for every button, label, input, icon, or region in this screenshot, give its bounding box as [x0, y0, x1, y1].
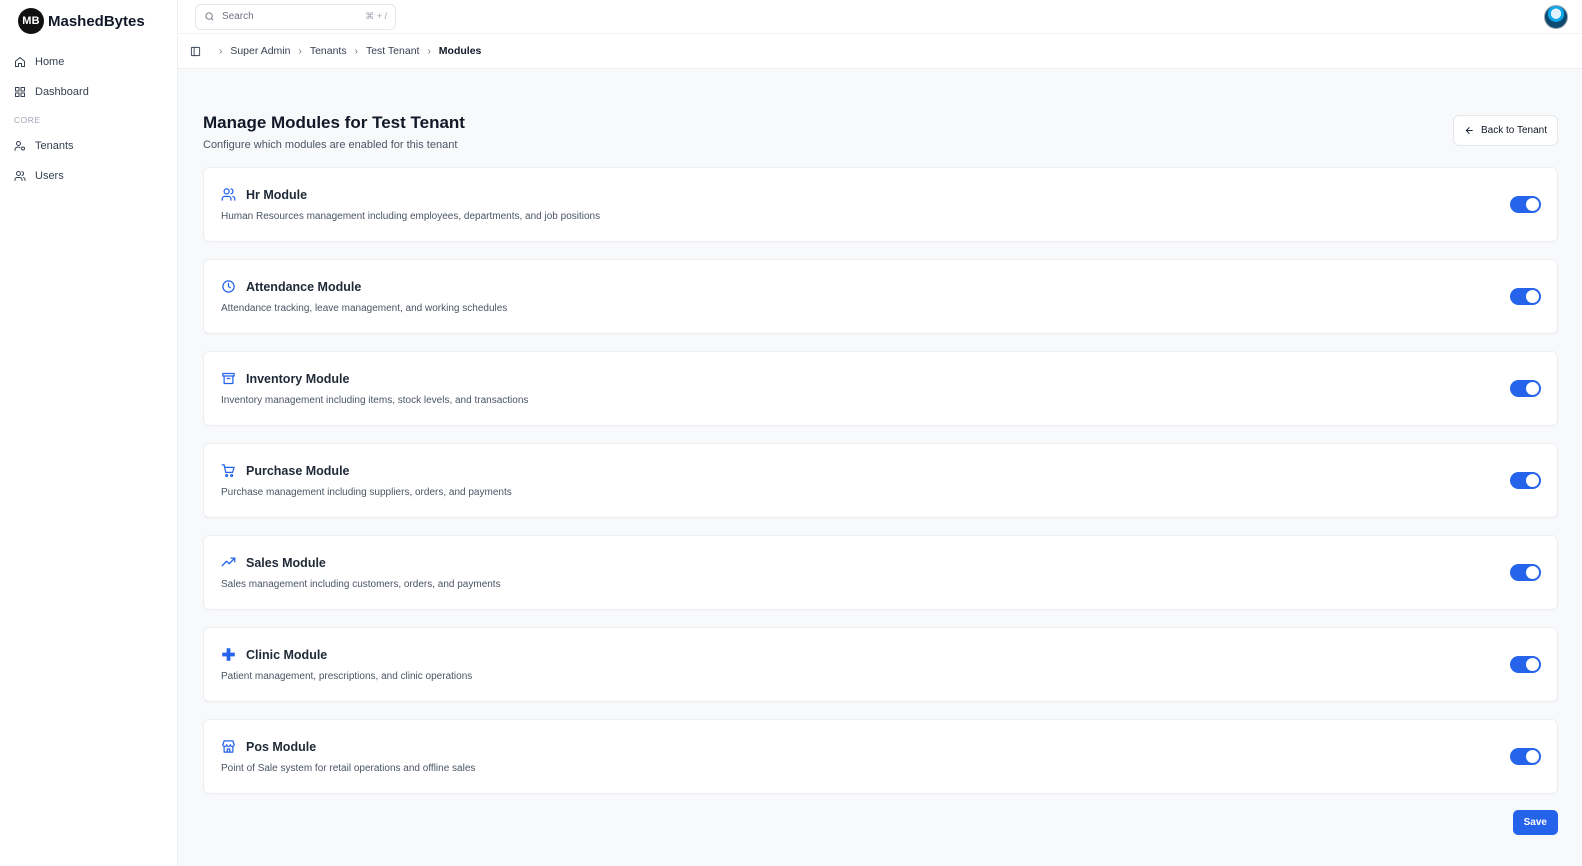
users-icon	[14, 171, 26, 181]
page-content: Manage Modules for Test Tenant Configure…	[178, 69, 1582, 835]
page-title: Manage Modules for Test Tenant	[203, 113, 465, 132]
sidebar-item-label: Users	[35, 170, 64, 182]
page-header: Manage Modules for Test Tenant Configure…	[203, 113, 1558, 151]
breadcrumb-test-tenant[interactable]: Test Tenant	[366, 45, 420, 57]
module-toggle-attendance[interactable]	[1510, 288, 1541, 305]
module-description: Sales management including customers, or…	[221, 579, 501, 590]
module-toggle-clinic[interactable]	[1510, 656, 1541, 673]
sidebar-group-label: CORE	[14, 115, 41, 125]
module-card-clinic: Clinic Module Patient management, prescr…	[203, 627, 1558, 702]
users-icon	[221, 188, 236, 201]
archive-icon	[222, 372, 235, 385]
save-row: Save	[203, 810, 1558, 835]
back-to-tenant-label: Back to Tenant	[1481, 125, 1547, 136]
chevron-right-icon: ›	[298, 45, 302, 57]
module-description: Inventory management including items, st…	[221, 395, 529, 406]
module-card-sales: Sales Module Sales management including …	[203, 535, 1558, 610]
home-icon	[15, 57, 25, 67]
module-card-inventory: Inventory Module Inventory management in…	[203, 351, 1558, 426]
main-area: ⌘ + / › Super Admin › Tenants › Test Ten…	[178, 0, 1582, 866]
module-toggle-hr[interactable]	[1510, 196, 1541, 213]
sidebar-item-home[interactable]: Home	[0, 47, 177, 77]
search-icon	[205, 12, 214, 21]
module-title: Attendance Module	[246, 279, 362, 294]
breadcrumb: › Super Admin › Tenants › Test Tenant › …	[178, 34, 1582, 69]
module-description: Point of Sale system for retail operatio…	[221, 763, 476, 774]
module-title: Clinic Module	[246, 647, 328, 662]
plus-icon	[222, 648, 235, 661]
module-title: Hr Module	[246, 187, 308, 202]
search-shortcut: ⌘ + /	[365, 11, 387, 21]
chevron-right-icon: ›	[354, 45, 358, 57]
sidebar-item-label: Home	[35, 56, 65, 68]
store-icon	[222, 740, 235, 753]
module-card-pos: Pos Module Point of Sale system for reta…	[203, 719, 1558, 794]
chevron-right-icon: ›	[427, 45, 431, 57]
avatar[interactable]	[1544, 4, 1568, 29]
sidebar-item-tenants[interactable]: Tenants	[0, 131, 177, 161]
module-description: Purchase management including suppliers,…	[221, 487, 512, 498]
brand-name: MashedBytes	[48, 12, 145, 30]
module-card-hr: Hr Module Human Resources management inc…	[203, 167, 1558, 242]
module-toggle-inventory[interactable]	[1510, 380, 1541, 397]
brand[interactable]: MB MashedBytes	[0, 1, 177, 41]
user-gear-icon	[14, 141, 25, 151]
clock-icon	[222, 280, 235, 293]
search-input[interactable]	[222, 11, 366, 22]
module-toggle-purchase[interactable]	[1510, 472, 1541, 489]
sidebar-toggle-button[interactable]	[190, 46, 201, 57]
breadcrumb-super-admin[interactable]: Super Admin	[230, 45, 290, 57]
module-description: Patient management, prescriptions, and c…	[221, 671, 473, 682]
module-title: Pos Module	[246, 739, 317, 754]
grid-icon	[15, 87, 25, 97]
brand-logo: MB	[18, 8, 44, 34]
sidebar-nav: Home Dashboard CORE Tenants Users	[0, 47, 177, 191]
cart-icon	[221, 464, 235, 478]
topbar: ⌘ + /	[178, 0, 1582, 34]
module-description: Attendance tracking, leave management, a…	[221, 303, 508, 314]
module-toggle-pos[interactable]	[1510, 748, 1541, 765]
save-button[interactable]: Save	[1512, 810, 1558, 835]
back-to-tenant-button[interactable]: Back to Tenant	[1453, 115, 1558, 146]
app-shell: MB MashedBytes Home Dashboard CORE Tenan…	[0, 0, 1582, 866]
page-subtitle: Configure which modules are enabled for …	[203, 139, 458, 151]
module-description: Human Resources management including emp…	[221, 211, 601, 222]
module-card-attendance: Attendance Module Attendance tracking, l…	[203, 259, 1558, 334]
sidebar-item-users[interactable]: Users	[0, 161, 177, 191]
sidebar-item-label: Dashboard	[35, 86, 89, 98]
module-title: Inventory Module	[246, 371, 350, 386]
breadcrumb-modules: Modules	[438, 45, 482, 57]
module-list: Hr Module Human Resources management inc…	[203, 167, 1558, 794]
panel-left-icon	[190, 46, 201, 56]
breadcrumb-tenants[interactable]: Tenants	[310, 45, 347, 57]
module-toggle-sales[interactable]	[1510, 564, 1541, 581]
chevron-right-icon: ›	[219, 45, 223, 57]
module-title: Sales Module	[246, 555, 326, 570]
trending-up-icon	[221, 557, 236, 567]
sidebar-item-dashboard[interactable]: Dashboard	[0, 77, 177, 107]
module-title: Purchase Module	[246, 463, 350, 478]
search-box[interactable]: ⌘ + /	[195, 3, 396, 30]
arrow-left-icon	[1465, 126, 1473, 135]
module-card-purchase: Purchase Module Purchase management incl…	[203, 443, 1558, 518]
sidebar: MB MashedBytes Home Dashboard CORE Tenan…	[0, 0, 178, 866]
sidebar-item-label: Tenants	[35, 140, 74, 152]
